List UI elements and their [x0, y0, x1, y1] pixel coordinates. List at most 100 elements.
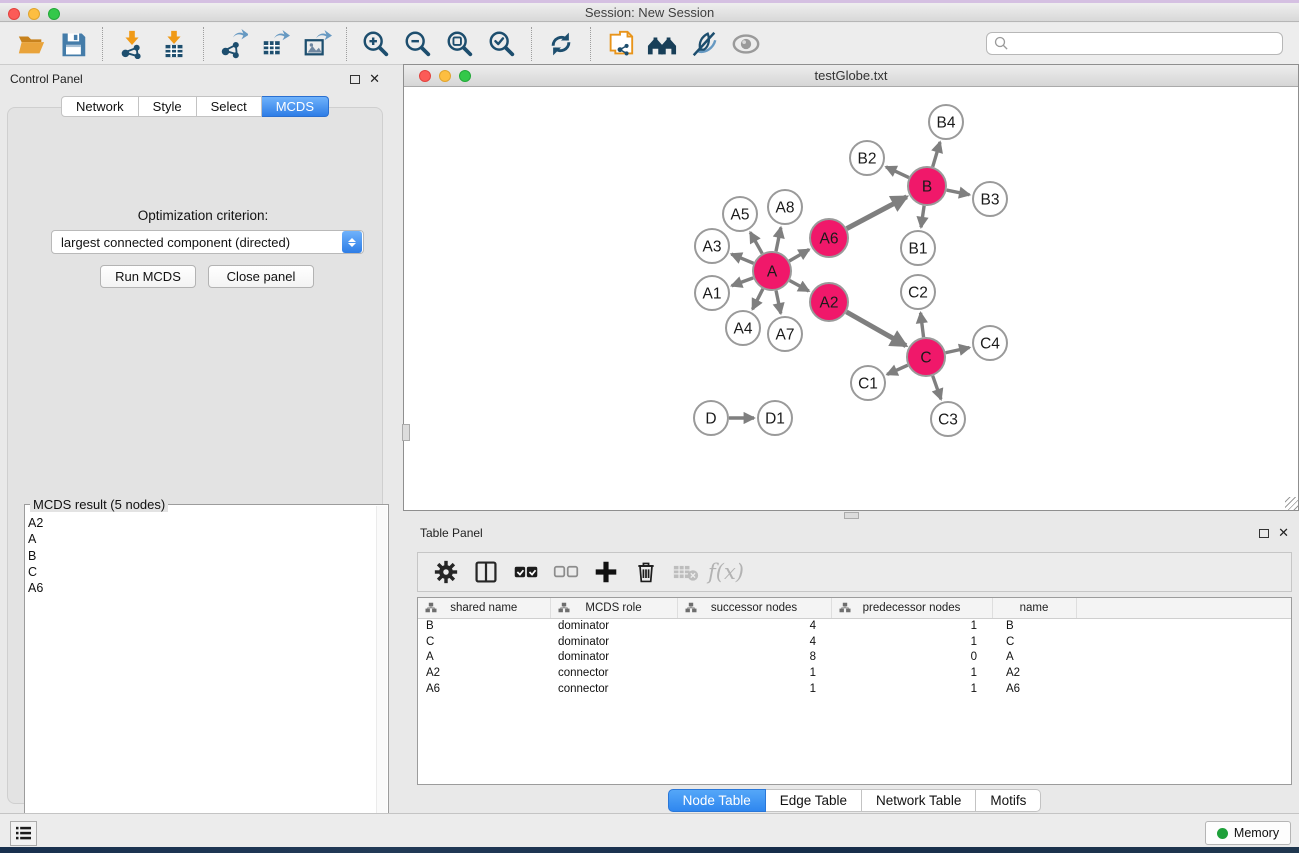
- result-item[interactable]: B: [28, 548, 375, 564]
- save-session-icon[interactable]: [55, 26, 91, 62]
- delete-column-trash-icon[interactable]: [629, 555, 663, 589]
- function-builder-icon[interactable]: f(x): [709, 555, 743, 589]
- result-item[interactable]: C: [28, 564, 375, 580]
- vertical-splitter-handle[interactable]: [402, 424, 410, 441]
- edge-A-A2[interactable]: [790, 281, 809, 291]
- result-item[interactable]: A2: [28, 515, 375, 531]
- show-columns-icon[interactable]: [469, 555, 503, 589]
- refresh-icon[interactable]: [543, 26, 579, 62]
- float-panel-icon[interactable]: [350, 75, 360, 84]
- tab-mcds[interactable]: MCDS: [262, 96, 329, 117]
- search-input[interactable]: [1014, 37, 1275, 51]
- show-graphics-icon[interactable]: [728, 26, 764, 62]
- zoom-out-icon[interactable]: [400, 26, 436, 62]
- table-row[interactable]: Cdominator41C: [418, 634, 1291, 650]
- edge-C-C4[interactable]: [946, 347, 970, 352]
- select-all-icon[interactable]: [509, 555, 543, 589]
- node-label-B3: B3: [981, 192, 1000, 209]
- table-panel-tabs: Node TableEdge TableNetwork TableMotifs: [410, 789, 1299, 812]
- edge-A-A4[interactable]: [753, 289, 763, 309]
- titlebar: Session: New Session: [0, 3, 1299, 22]
- edge-B-B2[interactable]: [886, 167, 909, 178]
- network-window-title: testGlobe.txt: [815, 68, 888, 83]
- memory-label: Memory: [1234, 826, 1279, 840]
- edge-A-A1[interactable]: [732, 278, 754, 286]
- open-file-icon[interactable]: [13, 26, 49, 62]
- export-table-icon[interactable]: [257, 26, 293, 62]
- network-minimize-button[interactable]: [439, 70, 451, 82]
- edge-C-C2[interactable]: [921, 313, 924, 337]
- node-label-B2: B2: [858, 151, 877, 168]
- close-panel-icon[interactable]: ✕: [369, 74, 380, 84]
- mcds-result-title: MCDS result (5 nodes): [30, 497, 168, 512]
- edge-A-A3[interactable]: [731, 254, 753, 263]
- resize-handle-icon[interactable]: [1285, 497, 1298, 510]
- task-history-list-button[interactable]: [10, 821, 37, 846]
- tab-node-table[interactable]: Node Table: [668, 789, 766, 812]
- tab-edge-table[interactable]: Edge Table: [766, 789, 862, 812]
- edge-B-B1[interactable]: [921, 206, 924, 227]
- horizontal-splitter-handle[interactable]: [844, 512, 859, 519]
- result-item[interactable]: A6: [28, 580, 375, 596]
- export-image-icon[interactable]: [299, 26, 335, 62]
- tab-motifs[interactable]: Motifs: [976, 789, 1041, 812]
- column-header-mcds-role[interactable]: MCDS role: [550, 598, 677, 618]
- run-mcds-button[interactable]: Run MCDS: [100, 265, 196, 288]
- column-header-name[interactable]: name: [992, 598, 1076, 618]
- home-layout-icon[interactable]: [644, 26, 680, 62]
- import-table-icon[interactable]: [156, 26, 192, 62]
- table-row[interactable]: A2connector11A2: [418, 665, 1291, 681]
- close-window-button[interactable]: [8, 8, 20, 20]
- edge-A2-C[interactable]: [846, 312, 906, 346]
- search-field[interactable]: [986, 32, 1283, 55]
- network-graph-canvas[interactable]: AA1A2A3A4A5A6A7A8BB1B2B3B4CC1C2C3C4DD1: [404, 88, 1298, 510]
- import-network-icon[interactable]: [114, 26, 150, 62]
- tab-select[interactable]: Select: [197, 96, 262, 117]
- column-header-predecessor-nodes[interactable]: predecessor nodes: [831, 598, 992, 618]
- create-column-plus-icon[interactable]: [589, 555, 623, 589]
- zoom-selected-icon[interactable]: [484, 26, 520, 62]
- edge-B-B3[interactable]: [947, 190, 970, 195]
- tab-network-table[interactable]: Network Table: [862, 789, 976, 812]
- result-scrollbar[interactable]: [376, 506, 387, 835]
- zoom-fit-icon[interactable]: [442, 26, 478, 62]
- table-row[interactable]: Adominator80A: [418, 649, 1291, 665]
- memory-button[interactable]: Memory: [1205, 821, 1291, 845]
- edge-A6-B[interactable]: [847, 197, 907, 229]
- node-label-A5: A5: [731, 207, 750, 224]
- deselect-all-icon[interactable]: [549, 555, 583, 589]
- criterion-value: largest connected component (directed): [52, 235, 342, 250]
- edge-A-A5[interactable]: [750, 232, 762, 253]
- edge-A-A8[interactable]: [776, 228, 781, 252]
- tab-style[interactable]: Style: [139, 96, 197, 117]
- delete-table-icon[interactable]: [669, 555, 703, 589]
- close-panel-button[interactable]: Close panel: [208, 265, 314, 288]
- network-maximize-button[interactable]: [459, 70, 471, 82]
- mcds-result-list[interactable]: A2ABCA6: [28, 515, 375, 833]
- zoom-in-icon[interactable]: [358, 26, 394, 62]
- hide-annotations-icon[interactable]: [686, 26, 722, 62]
- edge-C-C1[interactable]: [887, 365, 908, 374]
- column-header-successor-nodes[interactable]: successor nodes: [677, 598, 831, 618]
- node-label-B4: B4: [937, 115, 956, 132]
- edge-A-A6[interactable]: [789, 250, 809, 261]
- column-header-shared-name[interactable]: shared name: [418, 598, 550, 618]
- criterion-dropdown[interactable]: largest connected component (directed): [51, 230, 364, 254]
- network-close-button[interactable]: [419, 70, 431, 82]
- table-row[interactable]: A6connector11A6: [418, 681, 1291, 697]
- minimize-window-button[interactable]: [28, 8, 40, 20]
- tab-network[interactable]: Network: [61, 96, 139, 117]
- edge-A-A7[interactable]: [776, 291, 781, 314]
- export-network-icon[interactable]: [215, 26, 251, 62]
- table-row[interactable]: Bdominator41B: [418, 618, 1291, 634]
- maximize-window-button[interactable]: [48, 8, 60, 20]
- close-panel-icon[interactable]: ✕: [1278, 528, 1289, 538]
- network-document-icon[interactable]: [602, 26, 638, 62]
- float-panel-icon[interactable]: [1259, 529, 1269, 538]
- edge-B-B4[interactable]: [933, 142, 940, 167]
- node-table[interactable]: shared nameMCDS rolesuccessor nodesprede…: [417, 597, 1292, 785]
- mcds-result-box: MCDS result (5 nodes) A2ABCA6: [24, 504, 389, 837]
- table-settings-gear-icon[interactable]: [429, 555, 463, 589]
- edge-C-C3[interactable]: [933, 376, 941, 399]
- result-item[interactable]: A: [28, 531, 375, 547]
